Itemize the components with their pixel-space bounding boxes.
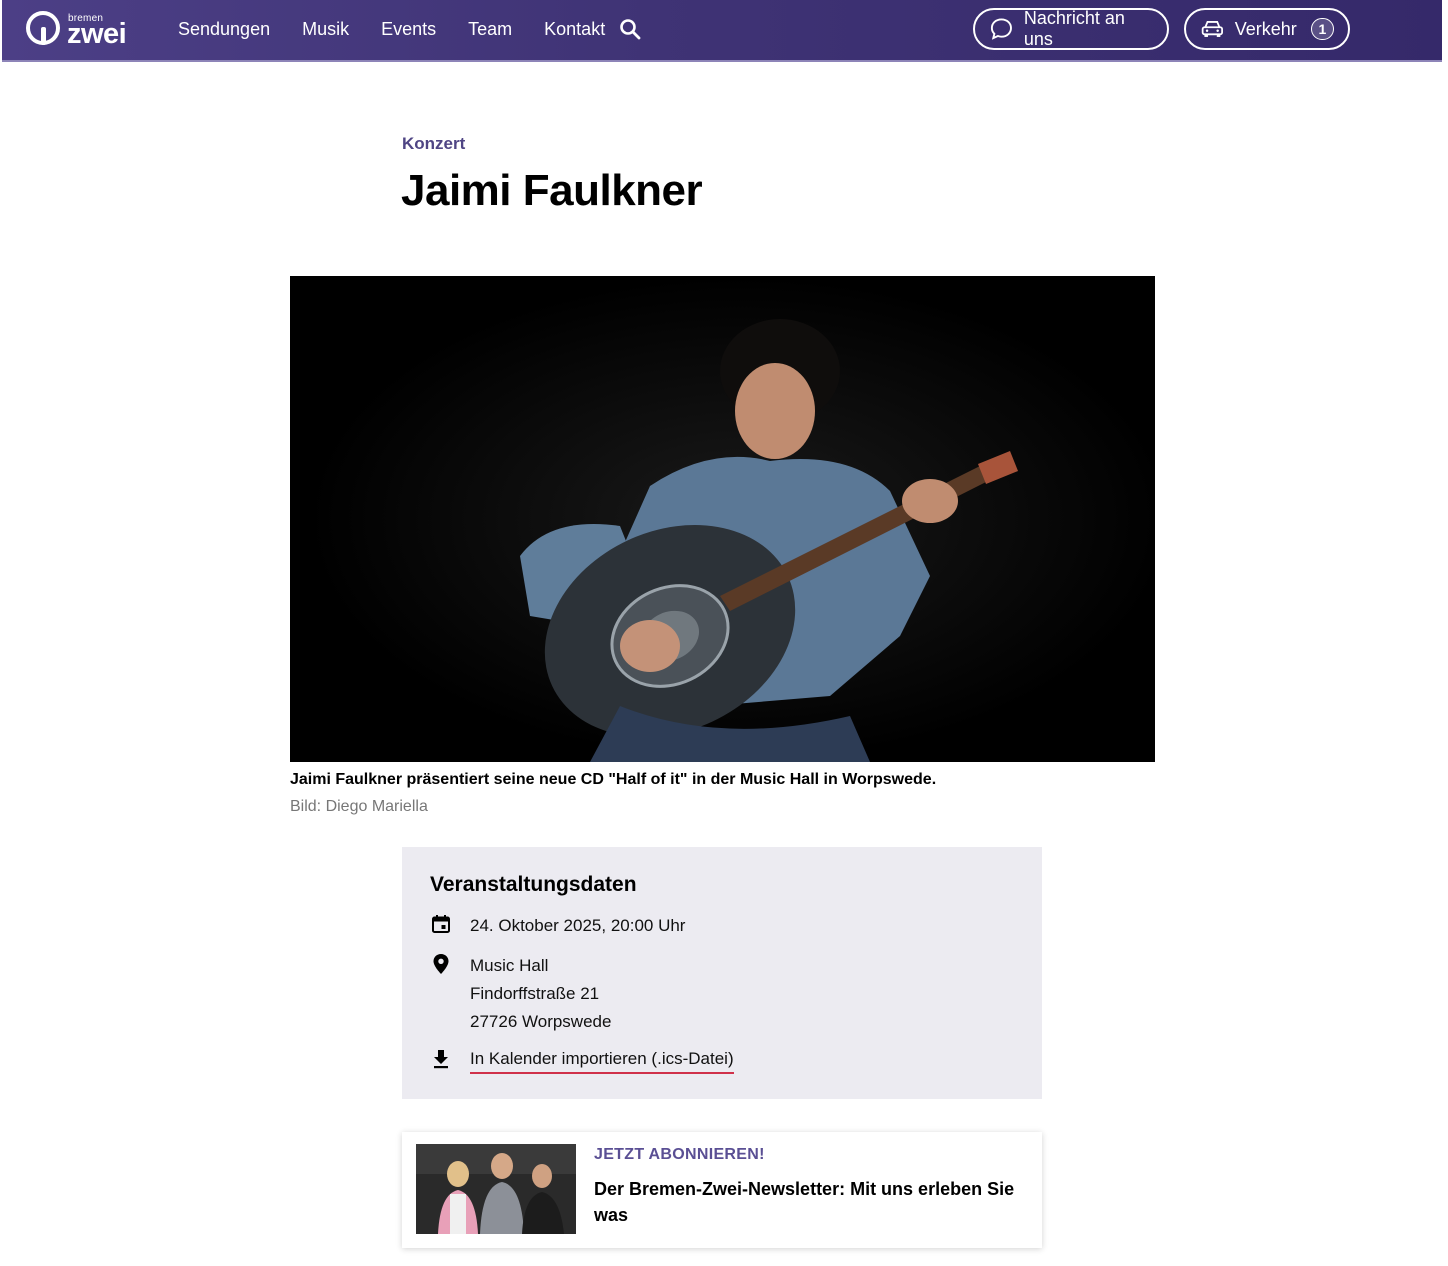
event-details-heading: Veranstaltungsdaten (430, 873, 637, 896)
message-us-button[interactable]: Nachricht an uns (973, 8, 1169, 50)
message-us-label: Nachricht an uns (1023, 8, 1125, 49)
page-title: Jaimi Faulkner (401, 166, 703, 215)
search-icon[interactable] (618, 17, 642, 41)
newsletter-teaser-image (416, 1144, 576, 1234)
traffic-count-badge: 1 (1310, 18, 1334, 40)
download-icon (430, 1048, 452, 1070)
event-address: Music Hall Findorffstraße 21 27726 Worps… (470, 952, 611, 1036)
bremen-zwei-logo[interactable]: bremen zwei (26, 10, 136, 50)
nav-kontakt[interactable]: Kontakt (544, 19, 605, 40)
event-venue: Music Hall (470, 956, 549, 975)
car-icon (1201, 21, 1223, 37)
event-date-row: 24. Oktober 2025, 20:00 Uhr (430, 912, 685, 940)
article-kicker: Konzert (402, 134, 466, 153)
newsletter-kicker: JETZT ABONNIEREN! (594, 1146, 765, 1163)
traffic-button[interactable]: Verkehr 1 (1184, 8, 1350, 50)
logo-ring-icon (26, 11, 60, 45)
hero-photo (290, 276, 1155, 762)
ics-import-link[interactable]: In Kalender importieren (.ics-Datei) (470, 1047, 734, 1074)
nav-musik[interactable]: Musik (302, 19, 349, 40)
event-city: 27726 Worpswede (470, 1012, 612, 1031)
event-details-box: Veranstaltungsdaten 24. Oktober 2025, 20… (402, 847, 1042, 1099)
event-street: Findorffstraße 21 (470, 984, 600, 1003)
calendar-icon (430, 913, 452, 935)
location-pin-icon (430, 953, 452, 975)
site-header: bremen zwei Sendungen Musik Events Team … (2, 0, 1442, 62)
logo-big-text: zwei (67, 18, 127, 50)
newsletter-title: Der Bremen-Zwei-Newsletter: Mit uns erle… (594, 1179, 1015, 1225)
photo-credit: Bild: Diego Mariella (290, 798, 428, 815)
nav-sendungen[interactable]: Sendungen (178, 19, 270, 40)
traffic-label: Verkehr (1234, 18, 1297, 39)
main-nav: Sendungen Musik Events Team Kontakt (178, 0, 637, 58)
newsletter-teaser-card[interactable]: JETZT ABONNIEREN! Der Bremen-Zwei-Newsle… (402, 1132, 1042, 1248)
photo-caption: Jaimi Faulkner präsentiert seine neue CD… (290, 771, 937, 788)
nav-team[interactable]: Team (468, 19, 512, 40)
ics-import-row: In Kalender importieren (.ics-Datei) (430, 1047, 734, 1074)
event-date: 24. Oktober 2025, 20:00 Uhr (470, 916, 686, 935)
chat-bubble-icon (990, 18, 1012, 40)
nav-events[interactable]: Events (381, 19, 436, 40)
event-location-row: Music Hall Findorffstraße 21 27726 Worps… (430, 952, 611, 1036)
